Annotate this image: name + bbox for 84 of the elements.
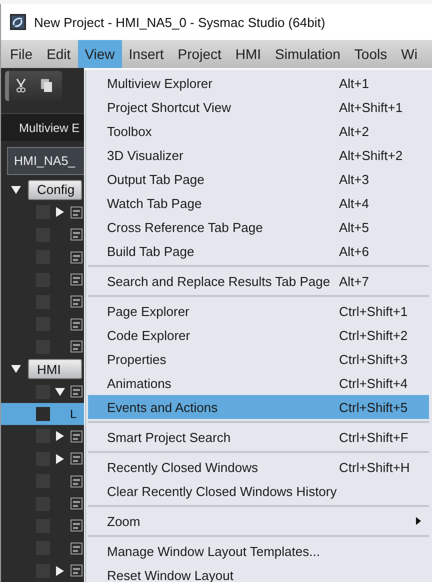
menu-item[interactable]: Smart Project Search Ctrl+Shift+F [88, 425, 429, 449]
collapsed-arrow-icon[interactable] [54, 564, 66, 577]
shortcut-label: Alt+3 [339, 172, 369, 186]
shortcut-label: Ctrl+Shift+5 [339, 400, 408, 414]
menu-item-label: Recently Closed Windows [107, 460, 260, 474]
menu-item[interactable]: Build Tab Page Alt+6 [88, 239, 429, 263]
menu-item-label: Toolbox [107, 124, 153, 138]
group-header[interactable]: HMI [28, 359, 82, 380]
menu-bar-item[interactable]: File [3, 40, 40, 68]
shortcut-label: Alt+Shift+2 [339, 148, 403, 162]
menu-item-label: Watch Tab Page [107, 196, 203, 210]
copy-icon[interactable] [41, 79, 52, 92]
menu-item-label: Clear Recently Closed Windows History [107, 484, 338, 498]
menu-item[interactable]: Zoom [88, 509, 429, 533]
menu-item[interactable]: Manage Window Layout Templates... [88, 539, 429, 563]
menu-item[interactable]: Cross Reference Tab Page Alt+5 [88, 215, 429, 239]
shortcut-label: Alt+1 [339, 76, 369, 90]
menu-item-label: Code Explorer [107, 328, 192, 342]
shortcut-label: Alt+5 [339, 220, 369, 234]
menu-item[interactable]: Properties Ctrl+Shift+3 [88, 347, 429, 371]
window-title: New Project - HMI_NA5_0 - Sysmac Studio (64bit) [34, 14, 326, 30]
menu-item-label: Events and Actions [107, 400, 219, 414]
menu-item[interactable]: Multiview Explorer Alt+1 [88, 71, 429, 95]
shortcut-label: Alt+6 [339, 244, 369, 258]
menu-item[interactable]: 3D Visualizer Alt+Shift+2 [88, 143, 429, 167]
shortcut-label: Ctrl+Shift+H [339, 460, 410, 474]
menu-item-label: Search and Replace Results Tab Page [107, 274, 332, 288]
menu-item[interactable]: Page Explorer Ctrl+Shift+1 [88, 299, 429, 323]
collapsed-arrow-icon[interactable] [54, 452, 66, 465]
menu-item-label: Page Explorer [107, 304, 190, 318]
shortcut-label: Ctrl+Shift+4 [339, 376, 408, 390]
menu-item[interactable]: Animations Ctrl+Shift+4 [88, 371, 429, 395]
menu-item-label: Reset Window Layout [107, 568, 234, 582]
group-header[interactable]: Config [28, 180, 82, 200]
shortcut-label: Alt+7 [339, 274, 369, 288]
menu-item-label: Manage Window Layout Templates... [107, 544, 321, 558]
menu-item-label: Multiview Explorer [107, 76, 214, 90]
cut-icon[interactable] [15, 78, 27, 94]
tree-item-label: L [70, 406, 77, 421]
app-logo-icon [10, 14, 26, 30]
menu-bar-item[interactable]: Insert [122, 40, 171, 68]
row-checkbox[interactable] [36, 406, 50, 421]
menu-item[interactable]: Code Explorer Ctrl+Shift+2 [88, 323, 429, 347]
menu-item-label: Zoom [107, 514, 142, 528]
collapsed-arrow-icon[interactable] [54, 430, 66, 442]
shortcut-label: Alt+4 [339, 196, 369, 210]
expanded-arrow-icon[interactable] [10, 184, 22, 196]
menu-item[interactable]: Search and Replace Results Tab Page Alt+7 [88, 269, 429, 293]
expanded-arrow-icon[interactable] [10, 363, 22, 376]
menu-bar-item[interactable]: Wi [394, 40, 424, 68]
menu-item[interactable]: Events and Actions Ctrl+Shift+5 [88, 395, 429, 419]
menu-item[interactable]: Clear Recently Closed Windows History [88, 479, 429, 503]
menu-item[interactable]: Reset Window Layout [88, 563, 429, 582]
menu-item-label: Smart Project Search [107, 430, 232, 444]
menu-item[interactable]: Output Tab Page Alt+3 [88, 167, 429, 191]
shortcut-label: Ctrl+Shift+3 [339, 352, 408, 366]
submenu-arrow-icon [416, 517, 421, 525]
menu-item-label: Output Tab Page [107, 172, 206, 186]
shortcut-label: Alt+2 [339, 124, 369, 138]
shortcut-label: Alt+Shift+1 [339, 100, 403, 114]
menu-bar-item[interactable]: Tools [347, 40, 394, 68]
menu-item-label: Properties [107, 352, 168, 366]
shortcut-label: Ctrl+Shift+F [339, 430, 408, 444]
menu-item[interactable]: Toolbox Alt+2 [88, 119, 429, 143]
menu-bar-item[interactable]: Project [170, 40, 228, 68]
menu-bar-item[interactable]: Edit [40, 40, 78, 68]
device-dropdown[interactable]: HMI_NA5_ [7, 147, 84, 175]
menu-item-label: Animations [107, 376, 172, 390]
menu-item-label: 3D Visualizer [107, 148, 184, 162]
panel-title: Multiview E [19, 120, 80, 135]
collapsed-arrow-icon[interactable] [54, 206, 66, 218]
menu-item[interactable]: Recently Closed Windows Ctrl+Shift+H [88, 455, 429, 479]
menu-item[interactable]: Project Shortcut View Alt+Shift+1 [88, 95, 429, 119]
menu-bar-item[interactable]: HMI [228, 40, 268, 68]
menu-item-label: Build Tab Page [107, 244, 196, 258]
shortcut-label: Ctrl+Shift+2 [339, 328, 408, 342]
expanded-arrow-icon[interactable] [54, 386, 66, 398]
menu-bar-item[interactable]: Simulation [268, 40, 348, 68]
menu-bar-item[interactable]: View [78, 40, 122, 68]
tree-row[interactable]: L [1, 402, 84, 426]
menu-item-label: Project Shortcut View [107, 100, 232, 114]
menu-item-label: Cross Reference Tab Page [107, 220, 264, 234]
shortcut-label: Ctrl+Shift+1 [339, 304, 408, 318]
menu-item[interactable]: Watch Tab Page Alt+4 [88, 191, 429, 215]
